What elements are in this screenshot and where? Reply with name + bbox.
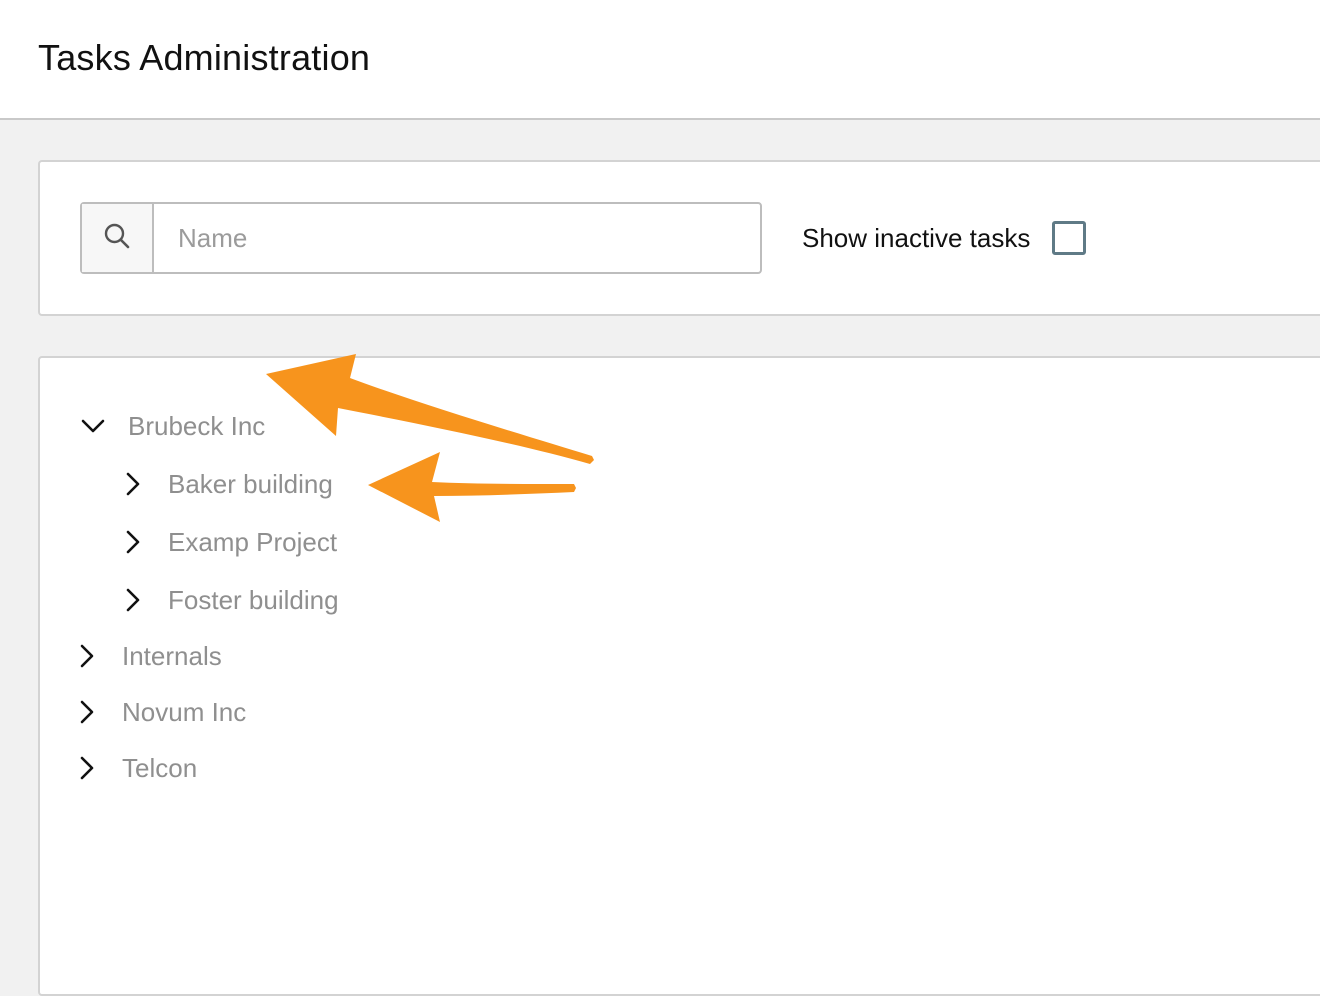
chevron-right-icon[interactable] [74, 643, 100, 669]
tree-item-novum-inc[interactable]: Novum Inc [74, 692, 246, 732]
tree-item-label: Telcon [122, 752, 198, 783]
search-input[interactable] [154, 204, 760, 272]
show-inactive-label: Show inactive tasks [802, 223, 1031, 253]
search-icon [103, 222, 131, 255]
tree-item-label: Novum Inc [122, 696, 247, 727]
filter-panel: Show inactive tasks [38, 160, 1320, 316]
tree-item-label: Foster building [168, 584, 339, 615]
tree-item-baker-building[interactable]: Baker building [120, 464, 333, 504]
page-title: Tasks Administration [38, 37, 371, 78]
page-header: Tasks Administration [0, 0, 1320, 120]
tree-item-label: Baker building [168, 468, 333, 499]
chevron-right-icon[interactable] [120, 529, 146, 555]
tree-item-brubeck-inc[interactable]: Brubeck Inc [80, 406, 265, 446]
search-addon [82, 204, 154, 272]
tree-item-foster-building[interactable]: Foster building [120, 580, 339, 620]
search-field[interactable] [80, 202, 762, 274]
tree-item-examp-project[interactable]: Examp Project [120, 522, 337, 562]
chevron-right-icon[interactable] [120, 587, 146, 613]
tree-item-label: Examp Project [168, 526, 338, 557]
tree-item-telcon[interactable]: Telcon [74, 748, 197, 788]
tree-item-label: Brubeck Inc [128, 410, 266, 441]
show-inactive-checkbox[interactable] [1052, 221, 1086, 255]
tree-item-label: Internals [122, 640, 222, 671]
chevron-down-icon[interactable] [80, 413, 106, 439]
chevron-right-icon[interactable] [74, 699, 100, 725]
chevron-right-icon[interactable] [120, 471, 146, 497]
chevron-right-icon[interactable] [74, 755, 100, 781]
task-tree-panel: Brubeck Inc Baker building Examp Project… [38, 356, 1320, 996]
tree-item-internals[interactable]: Internals [74, 636, 222, 676]
